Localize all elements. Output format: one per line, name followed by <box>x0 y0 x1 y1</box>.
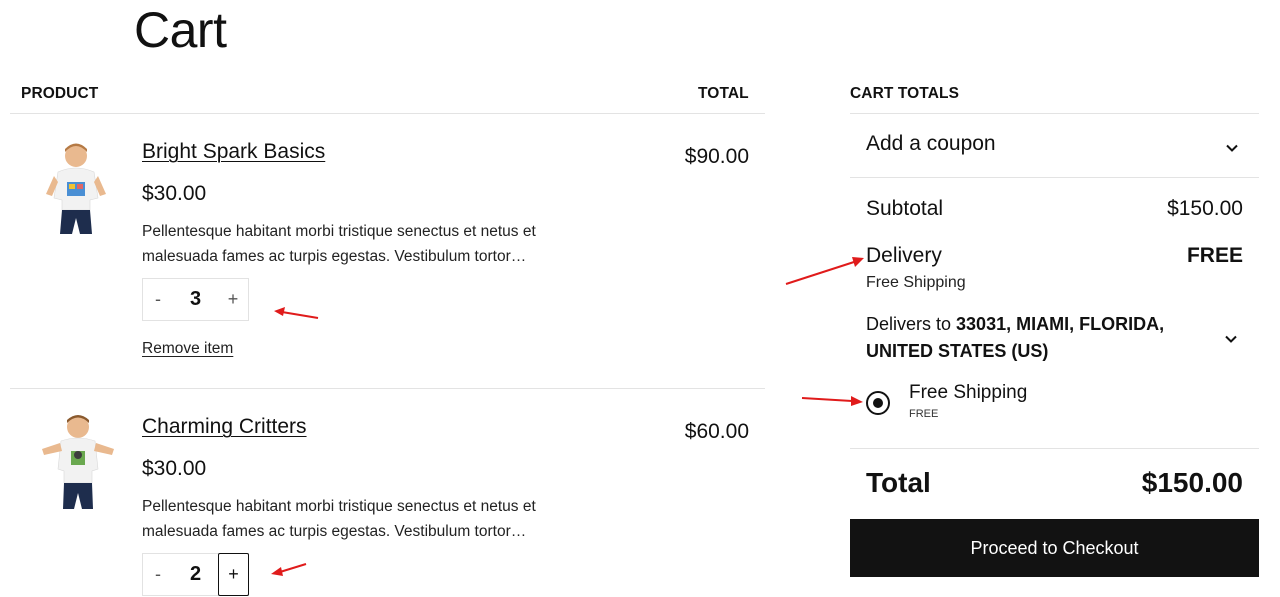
remove-item-link[interactable]: Remove item <box>142 340 233 358</box>
delivers-to-prefix: Delivers to <box>866 314 957 334</box>
shipping-option-price: FREE <box>909 408 939 420</box>
quantity-increase-button[interactable]: + <box>218 553 249 596</box>
total-divider <box>850 448 1259 449</box>
total-value: $150.00 <box>1141 467 1243 498</box>
product-unit-price: $30.00 <box>142 182 207 205</box>
shipping-option-label[interactable]: Free Shipping <box>909 382 1027 404</box>
chevron-down-icon[interactable] <box>1223 331 1239 347</box>
cart-totals-header: CART TOTALS <box>850 85 960 102</box>
chevron-down-icon <box>1226 144 1238 152</box>
quantity-decrease-button[interactable]: - <box>143 279 173 320</box>
delivery-label: Delivery <box>866 244 942 267</box>
coupon-divider <box>850 177 1259 178</box>
product-name-link[interactable]: Bright Spark Basics <box>142 140 325 164</box>
delivers-to-text: Delivers to 33031, MIAMI, FLORIDA, UNITE… <box>866 311 1206 365</box>
total-column-header: TOTAL <box>698 85 749 102</box>
page-title: Cart <box>134 2 227 58</box>
free-shipping-radio[interactable] <box>866 391 890 415</box>
annotation-arrow-icon <box>785 257 864 285</box>
quantity-decrease-button[interactable]: - <box>143 554 173 595</box>
product-column-header: PRODUCT <box>21 85 99 102</box>
subtotal-label: Subtotal <box>866 197 944 220</box>
product-image[interactable] <box>38 413 118 513</box>
quantity-stepper: - 3 + <box>142 278 249 321</box>
header-divider <box>10 113 765 114</box>
annotation-arrow-icon <box>801 396 863 406</box>
annotation-arrow-icon <box>274 307 319 319</box>
delivery-value: FREE <box>1186 244 1243 267</box>
quantity-input[interactable]: 2 <box>173 554 218 595</box>
quantity-stepper: - 2 + <box>142 553 249 596</box>
delivery-method: Free Shipping <box>866 274 966 291</box>
coupon-label: Add a coupon <box>866 132 996 155</box>
item-divider <box>10 388 765 389</box>
product-unit-price: $30.00 <box>142 457 207 480</box>
quantity-input[interactable]: 3 <box>173 279 218 320</box>
line-total: $60.00 <box>684 420 749 443</box>
annotation-arrow-icon <box>271 563 307 576</box>
proceed-to-checkout-button[interactable]: Proceed to Checkout <box>850 519 1259 577</box>
product-description: Pellentesque habitant morbi tristique se… <box>142 498 536 540</box>
add-coupon-toggle[interactable]: Add a coupon <box>850 114 1259 177</box>
product-image[interactable] <box>38 138 118 238</box>
subtotal-value: $150.00 <box>1167 197 1243 220</box>
product-name-link[interactable]: Charming Critters <box>142 415 307 439</box>
radio-selected-dot <box>873 398 883 408</box>
line-total: $90.00 <box>684 145 749 168</box>
quantity-increase-button[interactable]: + <box>218 279 248 320</box>
product-description: Pellentesque habitant morbi tristique se… <box>142 223 536 265</box>
total-label: Total <box>866 467 931 498</box>
